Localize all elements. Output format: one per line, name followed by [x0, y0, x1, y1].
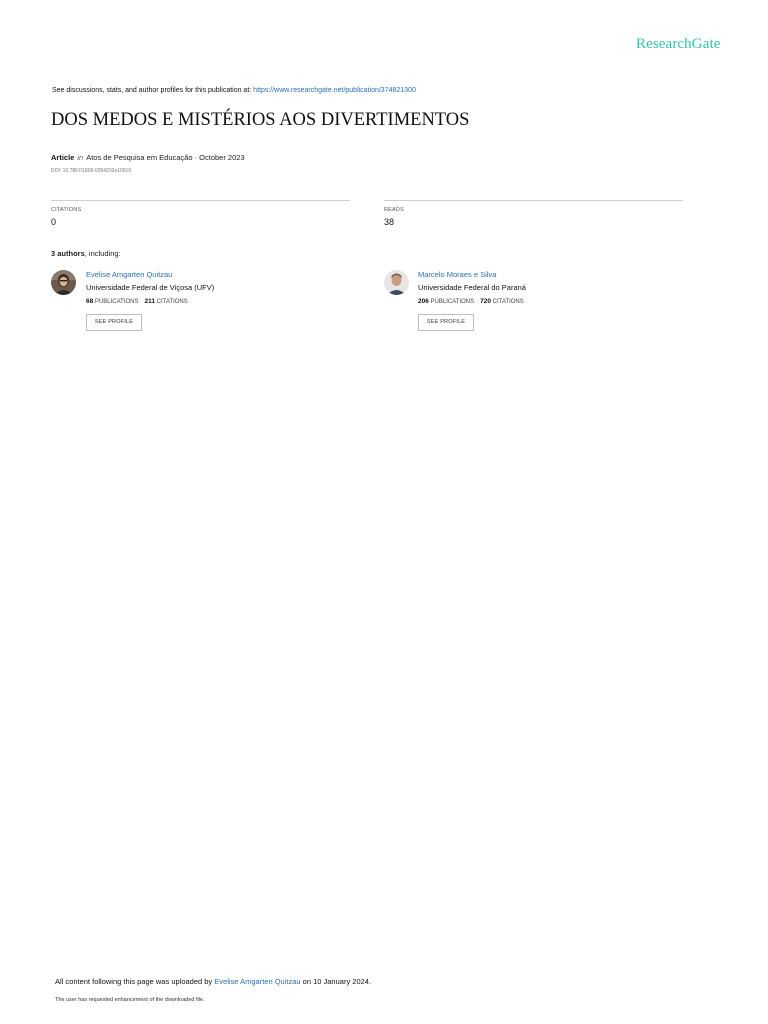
authors-heading: 3 authors, including:: [51, 249, 121, 258]
author-1-stats: 68 PUBLICATIONS 211 CITATIONS: [86, 298, 188, 305]
author-2-stats: 206 PUBLICATIONS 720 CITATIONS: [418, 298, 524, 305]
upload-notice: All content following this page was uplo…: [55, 977, 371, 986]
discussion-prefix: See discussions, stats, and author profi…: [52, 87, 254, 94]
authors-suffix: , including:: [84, 249, 121, 258]
authors-count: 3 authors: [51, 249, 85, 258]
author-2-institution: Universidade Federal do Paraná: [418, 283, 526, 292]
publication-type: Article: [51, 153, 75, 162]
avatar-author-2[interactable]: [384, 270, 409, 295]
citations-count: 0: [51, 217, 57, 227]
reads-label: READS: [384, 207, 404, 213]
see-profile-button-author-2[interactable]: SEE PROFILE: [418, 314, 474, 331]
publication-link[interactable]: https://www.researchgate.net/publication…: [253, 87, 416, 94]
enhancement-note: The user has requested enhancement of th…: [55, 997, 205, 1003]
publication-meta: Article in Atos de Pesquisa em Educação · …: [51, 153, 245, 162]
author-1-citations-count: 211: [144, 298, 155, 305]
citations-label: CITATIONS: [51, 207, 82, 213]
author-2-name[interactable]: Marcelo Moraes e Silva: [418, 270, 496, 279]
in-word: in: [77, 153, 84, 162]
see-profile-button-author-1[interactable]: SEE PROFILE: [86, 314, 142, 331]
page-title: DOS MEDOS E MISTÉRIOS AOS DIVERTIMENTOS: [51, 110, 470, 130]
author-2-citations-count: 720: [480, 298, 491, 305]
researchgate-logo[interactable]: ResearchGate: [636, 36, 720, 53]
author-2-publications-label: PUBLICATIONS: [430, 299, 475, 305]
author-2-citations-label: CITATIONS: [492, 299, 524, 305]
upload-prefix: All content following this page was uplo…: [55, 977, 215, 986]
doi-text: DOI: 10.7867/1809-0354202e10919: [51, 168, 132, 174]
author-1-publications-count: 68: [86, 298, 94, 305]
discussion-line: See discussions, stats, and author profi…: [52, 87, 416, 94]
author-1-citations-label: CITATIONS: [156, 299, 188, 305]
avatar-author-1[interactable]: [51, 270, 76, 295]
uploader-link[interactable]: Evelise Amgarten Quitzau: [214, 977, 300, 986]
author-1-publications-label: PUBLICATIONS: [94, 299, 139, 305]
author-1-name[interactable]: Evelise Amgarten Quitzau: [86, 270, 172, 279]
upload-suffix: on 10 January 2024.: [300, 977, 372, 986]
citations-divider: [51, 200, 350, 201]
reads-count: 38: [384, 217, 395, 227]
journal-date: Atos de Pesquisa em Educação · October 2…: [86, 153, 245, 162]
author-2-publications-count: 206: [418, 298, 429, 305]
reads-divider: [384, 200, 683, 201]
author-1-institution: Universidade Federal de Viçosa (UFV): [86, 283, 215, 292]
